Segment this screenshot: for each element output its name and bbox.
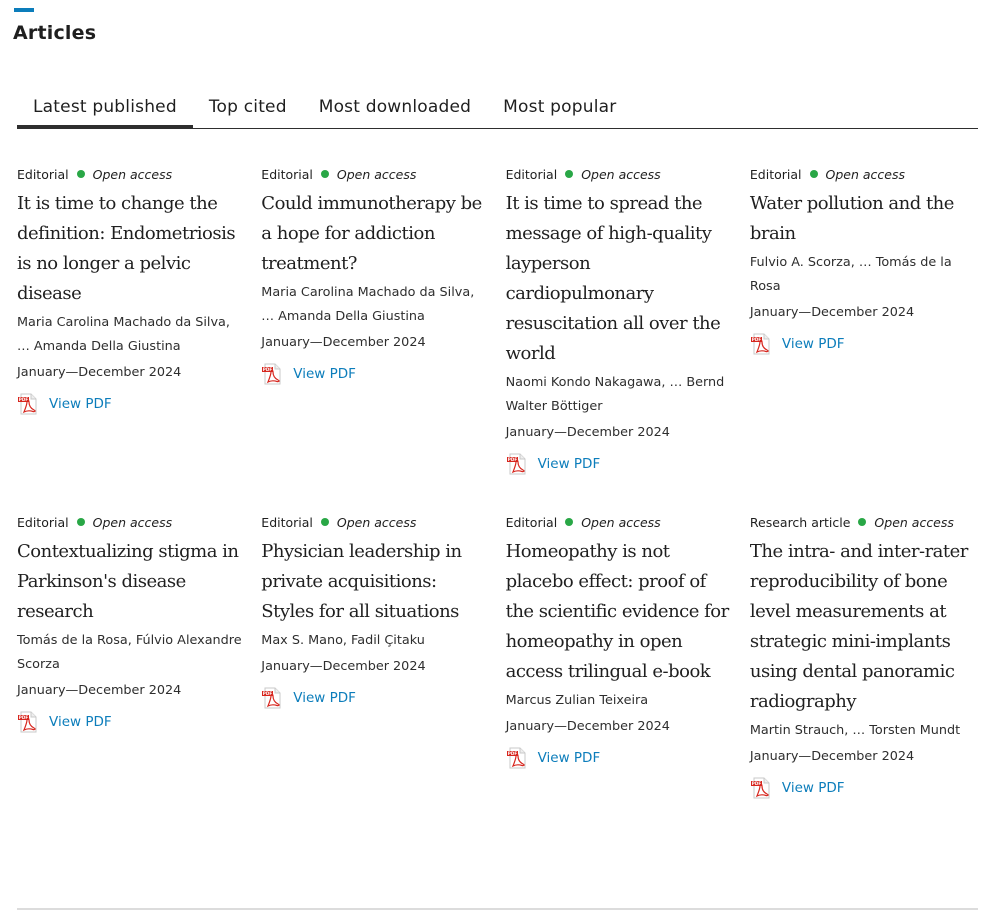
article-authors: Maria Carolina Machado da Silva, … Amand…: [261, 285, 475, 324]
open-access-dot-icon: [858, 518, 867, 526]
pdf-icon: PDF: [18, 393, 37, 415]
view-pdf-label: View PDF: [781, 336, 845, 352]
article-date: January—December 2024: [261, 335, 426, 350]
view-pdf-label: View PDF: [293, 366, 356, 382]
article-meta: Editorial Open access: [17, 166, 245, 184]
article-meta: Editorial Open access: [506, 514, 734, 532]
tab-most-popular[interactable]: Most popular: [487, 93, 632, 124]
open-access-label: Open access: [92, 515, 173, 530]
pdf-icon: PDF: [262, 363, 281, 385]
article-date: January—December 2024: [505, 719, 670, 734]
article-type: Editorial: [261, 515, 313, 530]
open-access-label: Open access: [336, 515, 417, 530]
article-type: Editorial: [749, 167, 802, 182]
section-accent-bar: [14, 8, 34, 12]
view-pdf-link[interactable]: PDF View PDF: [506, 453, 734, 475]
view-pdf-link[interactable]: PDF View PDF: [506, 747, 734, 769]
article-meta: Editorial Open access: [506, 166, 734, 184]
article-card: Editorial Open access Could immunotherapy…: [261, 166, 489, 475]
article-card: Research article Open access The intra- a…: [750, 514, 978, 799]
pdf-icon: PDF: [262, 687, 281, 709]
article-date: January—December 2024: [17, 683, 182, 698]
article-date: January—December 2024: [505, 425, 670, 440]
article-authors: Fulvio A. Scorza, … Tomás de la Rosa: [749, 255, 952, 294]
view-pdf-link[interactable]: PDF View PDF: [17, 393, 245, 415]
article-meta: Editorial Open access: [261, 514, 489, 532]
open-access-label: Open access: [581, 167, 661, 182]
view-pdf-label: View PDF: [781, 780, 845, 796]
view-pdf-link[interactable]: PDF View PDF: [17, 711, 245, 733]
article-card: Editorial Open access Homeopathy is not p…: [506, 514, 734, 799]
tab-top-cited[interactable]: Top cited: [193, 93, 303, 124]
article-type: Editorial: [17, 167, 69, 182]
article-date: January—December 2024: [17, 365, 182, 380]
view-pdf-label: View PDF: [537, 456, 601, 472]
article-title-link[interactable]: Physician leadership in private acquisit…: [261, 537, 489, 627]
open-access-label: Open access: [825, 167, 905, 182]
section-title: Articles: [13, 22, 97, 44]
article-title-link[interactable]: Contextualizing stigma in Parkinson's di…: [17, 537, 245, 627]
article-card: Editorial Open access It is time to sprea…: [506, 166, 734, 475]
tab-latest-published[interactable]: Latest published: [17, 93, 193, 128]
view-pdf-link[interactable]: PDF View PDF: [261, 363, 489, 385]
open-access-label: Open access: [92, 167, 173, 182]
article-type: Editorial: [17, 515, 69, 530]
articles-row-2: Editorial Open access Contextualizing sti…: [17, 514, 978, 799]
open-access-dot-icon: [565, 170, 574, 178]
article-date: January—December 2024: [261, 659, 426, 674]
open-access-dot-icon: [565, 518, 574, 526]
bottom-divider: [17, 908, 978, 910]
open-access-dot-icon: [320, 170, 329, 178]
article-authors: Marcus Zulian Teixeira: [505, 693, 649, 708]
article-type: Editorial: [505, 167, 558, 182]
pdf-icon: PDF: [506, 747, 526, 769]
open-access-label: Open access: [581, 515, 661, 530]
article-authors: Naomi Kondo Nakagawa, … Bernd Walter Böt…: [505, 375, 725, 414]
pdf-icon: PDF: [18, 711, 37, 733]
pdf-icon: PDF: [750, 333, 770, 355]
article-authors: Martin Strauch, … Torsten Mundt: [749, 723, 961, 738]
open-access-label: Open access: [874, 515, 954, 530]
article-date: January—December 2024: [749, 749, 915, 764]
article-authors: Maria Carolina Machado da Silva, … Amand…: [17, 315, 230, 354]
article-title-link[interactable]: It is time to change the definition: End…: [17, 189, 245, 309]
pdf-icon: PDF: [506, 453, 526, 475]
article-meta: Editorial Open access: [17, 514, 245, 532]
view-pdf-label: View PDF: [49, 714, 112, 730]
article-title-link[interactable]: Could immunotherapy be a hope for addict…: [261, 189, 489, 279]
article-card: Editorial Open access Physician leadershi…: [261, 514, 489, 799]
open-access-dot-icon: [809, 170, 818, 178]
article-type: Research article: [749, 515, 851, 530]
article-title-link[interactable]: It is time to spread the message of high…: [506, 189, 734, 369]
open-access-dot-icon: [76, 518, 85, 526]
open-access-label: Open access: [336, 167, 417, 182]
article-title-link[interactable]: Water pollution and the brain: [750, 189, 978, 249]
view-pdf-link[interactable]: PDF View PDF: [750, 777, 978, 799]
article-tabs: Latest published Top cited Most downloaded…: [17, 93, 978, 129]
open-access-dot-icon: [76, 170, 85, 178]
article-type: Editorial: [505, 515, 558, 530]
article-card: Editorial Open access It is time to chang…: [17, 166, 245, 475]
article-card: Editorial Open access Contextualizing sti…: [17, 514, 245, 799]
pdf-icon: PDF: [750, 777, 770, 799]
view-pdf-label: View PDF: [49, 396, 112, 412]
open-access-dot-icon: [320, 518, 329, 526]
article-card: Editorial Open access Water pollution and…: [750, 166, 978, 475]
article-authors: Max S. Mano, Fadil Çitaku: [261, 633, 425, 648]
view-pdf-link[interactable]: PDF View PDF: [261, 687, 489, 709]
article-title-link[interactable]: Homeopathy is not placebo effect: proof …: [506, 537, 734, 687]
article-type: Editorial: [261, 167, 313, 182]
tab-most-downloaded[interactable]: Most downloaded: [303, 93, 487, 124]
article-title-link[interactable]: The intra- and inter-rater reproducibili…: [750, 537, 978, 717]
article-meta: Research article Open access: [750, 514, 978, 532]
article-authors: Tomás de la Rosa, Fúlvio Alexandre Scorz…: [17, 633, 242, 672]
view-pdf-label: View PDF: [537, 750, 601, 766]
article-date: January—December 2024: [749, 305, 915, 320]
article-meta: Editorial Open access: [750, 166, 978, 184]
articles-row-1: Editorial Open access It is time to chang…: [17, 166, 978, 475]
view-pdf-link[interactable]: PDF View PDF: [750, 333, 978, 355]
article-meta: Editorial Open access: [261, 166, 489, 184]
view-pdf-label: View PDF: [293, 690, 356, 706]
